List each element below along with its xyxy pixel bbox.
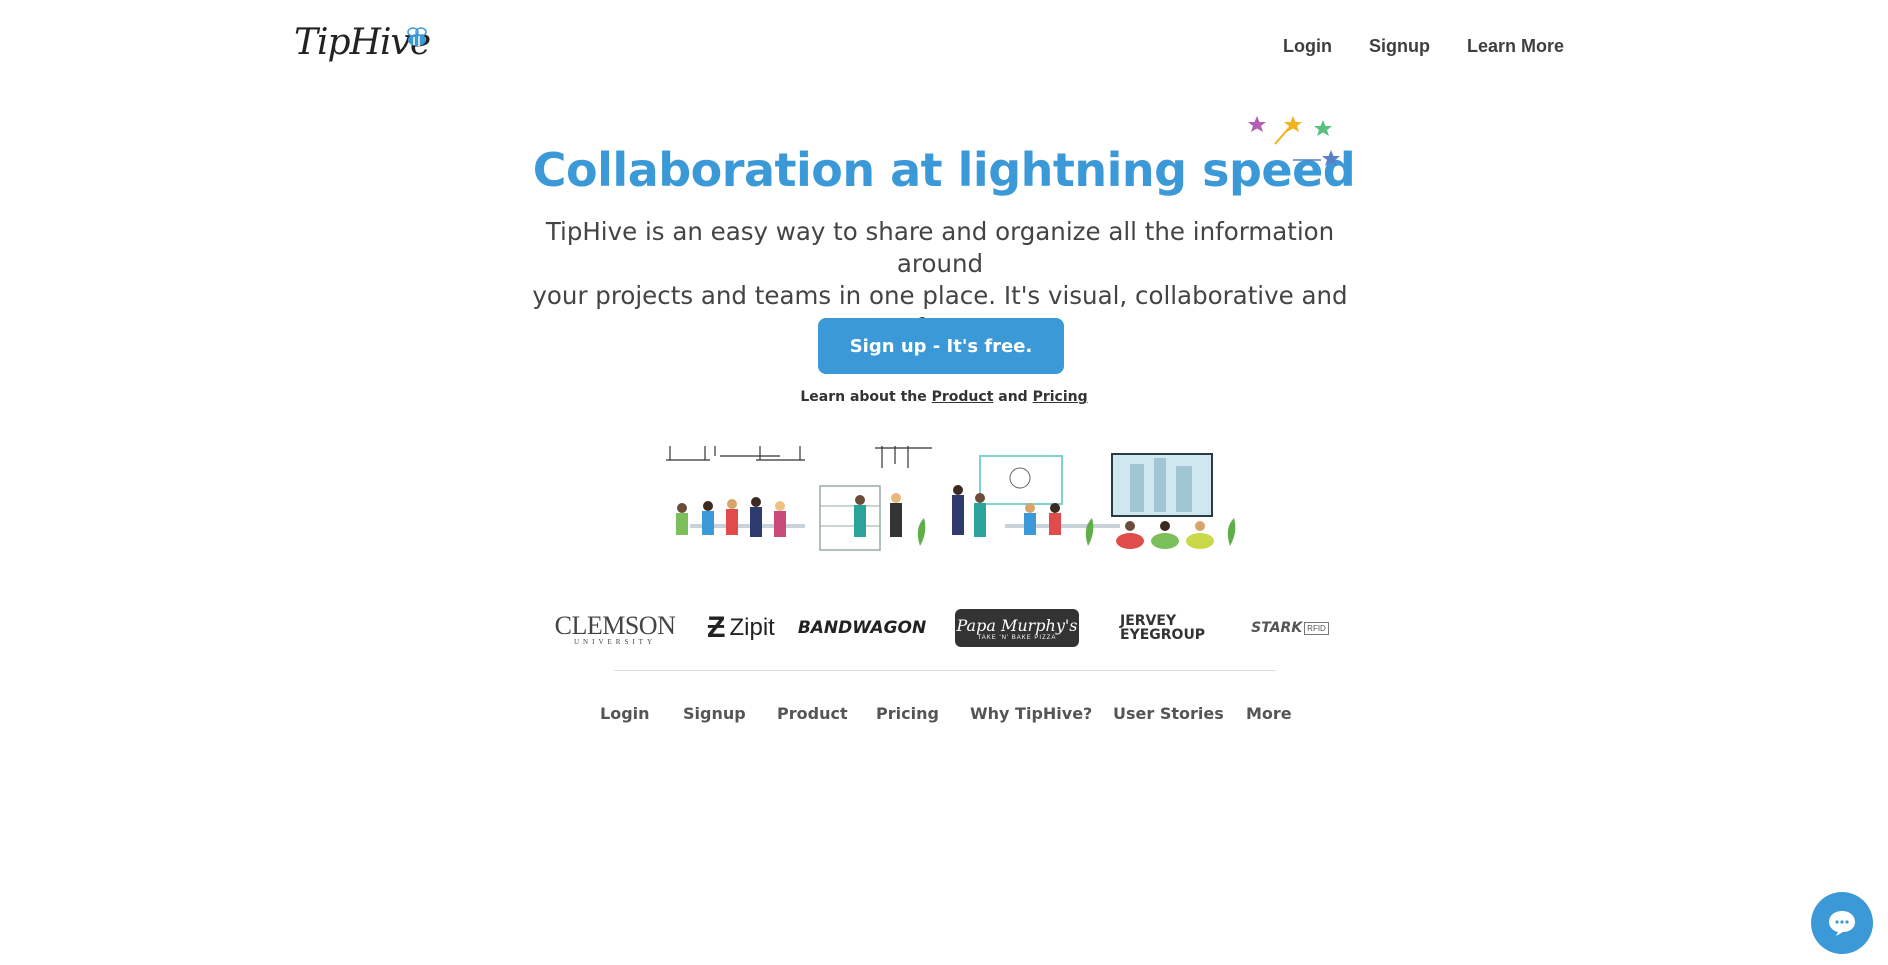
bandwagon-logo: BANDWAGON [798,606,926,650]
chat-bubble-icon [1829,911,1855,936]
product-link[interactable]: Product [932,389,994,405]
stark-name: STARK [1251,620,1303,636]
footer-signup-link[interactable]: Signup [683,704,746,723]
pricing-link[interactable]: Pricing [1033,389,1088,405]
footer-user-stories-link[interactable]: User Stories [1113,704,1224,723]
chat-widget-button[interactable] [1811,892,1873,954]
stars-decoration-icon [1248,116,1340,166]
learn-about-line: Learn about the Product and Pricing [0,389,1888,405]
learn-prefix: Learn about the [800,389,927,405]
papa-name: Papa Murphy's [956,615,1078,635]
clemson-name: CLEMSON [554,610,676,640]
bandwagon-name: BANDWAGON [797,618,927,638]
footer-divider [614,670,1276,671]
nav-login-link[interactable]: Login [1283,36,1332,57]
nav-signup-link[interactable]: Signup [1369,36,1430,57]
hero-title: Collaboration at lightning speed [532,143,1356,197]
nav-learn-more-link[interactable]: Learn More [1467,36,1564,57]
papa-sub: TAKE 'N' BAKE PIZZA [977,634,1057,641]
footer-why-tiphive-link[interactable]: Why TipHive? [970,704,1092,723]
site-header: TipHive Login Signup Learn More [0,0,1888,90]
zipit-logo: Ƶ Zipit [704,606,778,650]
hero-subtitle-line1: TipHive is an easy way to share and orga… [545,217,1335,278]
clemson-logo: CLEMSON UNIVERSITY [555,606,676,650]
learn-and: and [998,389,1028,405]
stark-logo: STARK RFID [1250,606,1330,650]
office-team-illustration [666,446,1236,551]
zipit-name: Zipit [729,614,775,641]
stark-sub: RFID [1304,621,1329,635]
footer-more-link[interactable]: More [1246,704,1292,723]
footer-pricing-link[interactable]: Pricing [876,704,939,723]
clemson-sub: UNIVERSITY [574,637,656,646]
jervey-line2: EYEGROUP [1120,627,1206,643]
client-logos: CLEMSON UNIVERSITY Ƶ Zipit BANDWAGON Pap… [0,606,1888,650]
zipit-mark-icon: Ƶ [707,611,726,644]
jervey-logo: JERVEY EYEGROUP [1120,606,1206,650]
footer-product-link[interactable]: Product [777,704,848,723]
bee-icon [407,27,427,46]
papa-murphys-logo: Papa Murphy's TAKE 'N' BAKE PIZZA [955,609,1079,647]
jervey-line1: JERVEY [1120,613,1177,629]
signup-cta-button[interactable]: Sign up - It's free. [818,318,1064,374]
footer-login-link[interactable]: Login [600,704,650,723]
